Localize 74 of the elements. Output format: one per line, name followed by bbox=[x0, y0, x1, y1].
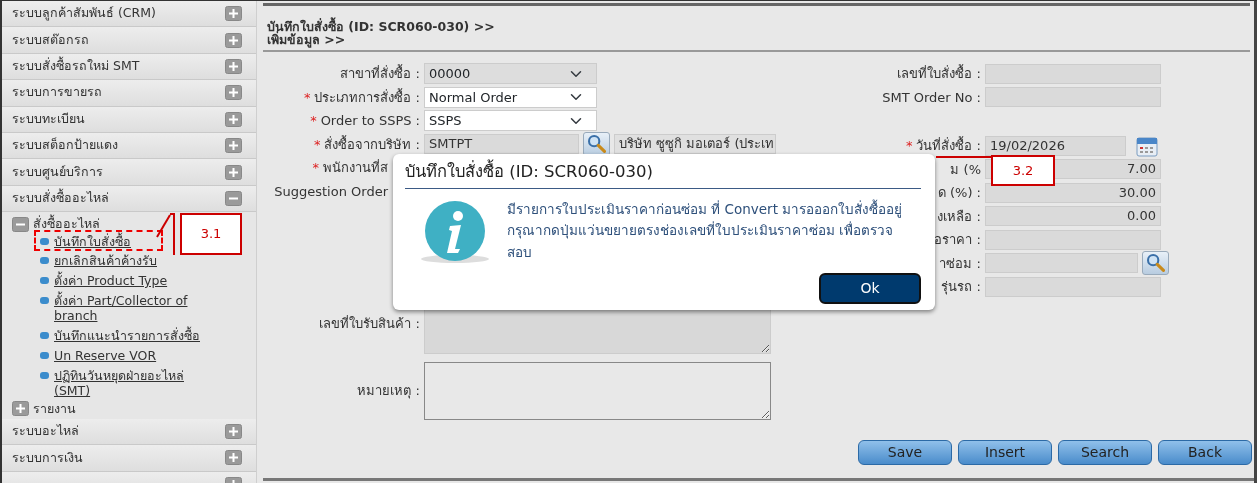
field-label: * พนักงานที่ส bbox=[312, 160, 388, 175]
leader-line bbox=[936, 155, 991, 159]
bullet-icon bbox=[40, 352, 49, 360]
sidebar-section[interactable]: ระบบศูนย์บริการ bbox=[2, 159, 256, 186]
select-field[interactable]: Normal Order bbox=[424, 86, 597, 108]
field-label: งเหลือ : bbox=[937, 208, 981, 224]
sidebar-section[interactable]: ระบบทะเบียน bbox=[2, 106, 256, 133]
bullet-icon bbox=[40, 332, 49, 340]
minus-icon bbox=[225, 190, 242, 206]
search-icon bbox=[587, 135, 606, 154]
action-button[interactable]: Save bbox=[858, 440, 952, 465]
sidebar-section[interactable]: ระบบสต๊อกรถ bbox=[2, 27, 256, 54]
search-button[interactable] bbox=[1142, 251, 1169, 276]
plus-icon bbox=[225, 424, 242, 440]
leader-line bbox=[156, 213, 176, 256]
field-label: สาขาที่สั่งซื้อ : bbox=[340, 66, 420, 81]
field-label: * วันที่สั่งซื้อ : bbox=[906, 138, 981, 153]
sidebar-section[interactable]: ระบบสต็อกป้ายแดง bbox=[2, 132, 256, 160]
plus-icon bbox=[225, 32, 242, 48]
tree-item[interactable]: ปฏิทินวันหยุดฝ่ายอะไหล่ (SMT) bbox=[40, 365, 220, 401]
tree-item[interactable]: ยกเลิกสินค้าค้างรับ bbox=[40, 250, 157, 271]
sidebar-section[interactable]: ระบบการขายรถ bbox=[2, 80, 256, 107]
plus-icon bbox=[225, 164, 242, 180]
callout-label: 3.1 bbox=[180, 213, 242, 255]
tree-item[interactable]: บันทึกแนะนำรายการสั่งซื้อ bbox=[40, 325, 200, 346]
text-area[interactable] bbox=[424, 362, 771, 420]
field-label: * ประเภทการสั่งซื้อ : bbox=[304, 89, 420, 105]
field-label: าซ่อม : bbox=[939, 255, 981, 271]
dialog-message: มีรายการใบประเมินราคาก่อนซ่อม ที่ Convert มารอออกใบสั่งซื้ออยู่ กรุณากดปุ่มแว่นขยายตรงช่องเลขที่ใบประเมินราคาซ่อม เพื่อตรวจสอบ bbox=[507, 198, 904, 262]
input-field: บริษัท ซูซูกิ มอเตอร์ (ประเท bbox=[614, 134, 776, 155]
tree-item[interactable]: ตั้งค่า Product Type bbox=[40, 270, 168, 291]
bullet-icon bbox=[40, 277, 49, 285]
field-label: * Order to SSPS : bbox=[310, 113, 420, 128]
sidebar-section[interactable]: ระบบสั่งซื้ออะไหล่ bbox=[2, 185, 256, 213]
field-label: Suggestion Order bbox=[274, 183, 388, 199]
calendar-icon[interactable] bbox=[1136, 134, 1158, 157]
bullet-icon bbox=[40, 297, 49, 305]
field-label: หมายเหตุ : bbox=[357, 383, 420, 399]
sidebar-section[interactable]: ระบบสั่งซื้อรถใหม่ SMT bbox=[2, 53, 256, 81]
plus-icon bbox=[225, 58, 242, 74]
bullet-icon bbox=[40, 372, 49, 380]
field-label: อราคา : bbox=[934, 232, 981, 247]
plus-icon bbox=[225, 138, 242, 154]
field-label: ม (% bbox=[950, 161, 981, 177]
field-label: รุ่นรถ : bbox=[941, 279, 981, 294]
plus-icon bbox=[225, 6, 242, 22]
search-button[interactable] bbox=[583, 132, 610, 157]
callout-tooltip: 3.2 bbox=[991, 155, 1055, 186]
ok-button[interactable]: Ok bbox=[819, 273, 921, 304]
select-field[interactable]: SSPS bbox=[424, 110, 597, 132]
sidebar-section[interactable]: ระบบการเงิน bbox=[2, 445, 256, 472]
plus-icon bbox=[225, 85, 242, 101]
action-button[interactable]: Insert bbox=[958, 440, 1052, 465]
field-label: เลขที่ใบรับสินค้า : bbox=[319, 316, 420, 332]
plus-icon bbox=[225, 111, 242, 127]
field-label: ด (%) : bbox=[937, 185, 981, 200]
action-button[interactable]: Search bbox=[1058, 440, 1152, 465]
sidebar-section[interactable]: ระบบอะไหล่ bbox=[2, 418, 256, 446]
field-label: SMT Order No : bbox=[882, 89, 981, 105]
tree-item[interactable]: Un Reserve VOR bbox=[40, 345, 157, 366]
info-icon bbox=[419, 198, 491, 265]
field-label: เลขที่ใบสั่งซื้อ : bbox=[897, 66, 981, 81]
tree-item[interactable]: ตั้งค่า Part/Collector of branch bbox=[40, 290, 220, 326]
sidebar-section[interactable]: ระบบลูกค้าสัมพันธ์ (CRM) bbox=[2, 1, 256, 28]
bullet-icon bbox=[40, 238, 49, 246]
breadcrumb-text: เพิ่มข้อมูล >> bbox=[267, 33, 347, 46]
action-button[interactable]: Back bbox=[1158, 440, 1252, 465]
field-label: * สั่งซื้อจากบริษัท : bbox=[314, 136, 420, 152]
dialog-title: บันทึกใบสั่งซื้อ (ID: SCR060-030) bbox=[405, 160, 921, 189]
tree-item[interactable]: บันทึกใบสั่งซื้อ bbox=[34, 230, 163, 252]
bullet-icon bbox=[40, 257, 49, 265]
plus-icon bbox=[225, 450, 242, 466]
tree-node[interactable]: รายงาน bbox=[33, 399, 76, 419]
search-icon bbox=[1146, 254, 1165, 273]
